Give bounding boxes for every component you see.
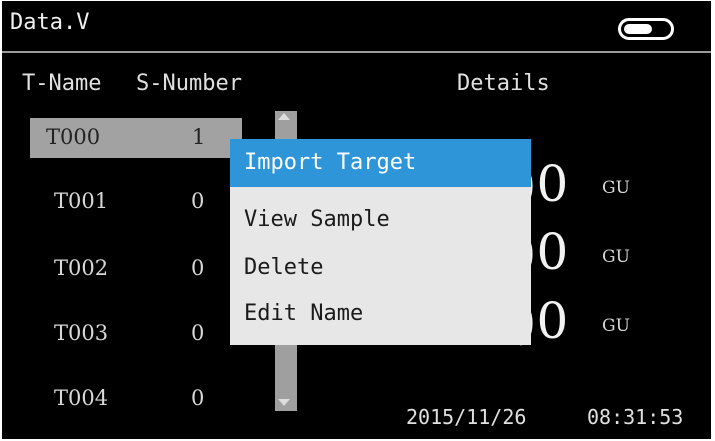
status-time: 08:31:53 <box>587 405 684 429</box>
header-divider <box>2 51 711 53</box>
battery-icon <box>618 18 674 40</box>
row-number: 1 <box>192 125 206 149</box>
row-number: 0 <box>191 386 205 410</box>
detail-unit: GU <box>602 178 630 198</box>
detail-unit: GU <box>602 316 630 336</box>
battery-level <box>624 24 652 34</box>
table-row-t003[interactable]: T003 0 <box>2 314 252 354</box>
screen-title: Data.V <box>10 10 90 35</box>
table-row-t004[interactable]: T004 0 <box>2 379 252 419</box>
row-number: 0 <box>191 189 205 213</box>
row-name: T004 <box>54 386 109 410</box>
menu-item-delete[interactable]: Delete <box>230 244 531 292</box>
table-row-t000[interactable]: T000 1 <box>30 118 242 158</box>
menu-item-edit-name[interactable]: Edit Name <box>230 290 531 338</box>
column-header-s-number: S-Number <box>136 71 242 96</box>
status-date: 2015/11/26 <box>406 405 527 429</box>
title-bar: Data.V <box>2 1 711 50</box>
column-header-t-name: T-Name <box>22 71 102 96</box>
table-row-t002[interactable]: T002 0 <box>2 249 252 289</box>
detail-unit: GU <box>602 247 630 267</box>
menu-item-import-target[interactable]: Import Target <box>230 139 531 187</box>
arrow-up-icon[interactable] <box>278 113 290 120</box>
table-row-t001[interactable]: T001 0 <box>2 182 252 222</box>
device-screen: Data.V T-Name S-Number Details T000 1 T0… <box>2 1 711 439</box>
menu-item-view-sample[interactable]: View Sample <box>230 196 531 244</box>
row-name: T003 <box>54 321 109 345</box>
row-number: 0 <box>191 256 205 280</box>
row-name: T002 <box>54 256 109 280</box>
arrow-down-icon[interactable] <box>278 399 290 406</box>
column-header-details: Details <box>457 71 550 96</box>
row-number: 0 <box>191 321 205 345</box>
row-name: T001 <box>54 189 109 213</box>
row-name: T000 <box>46 125 101 149</box>
context-menu: Import Target View Sample Delete Edit Na… <box>230 139 531 345</box>
